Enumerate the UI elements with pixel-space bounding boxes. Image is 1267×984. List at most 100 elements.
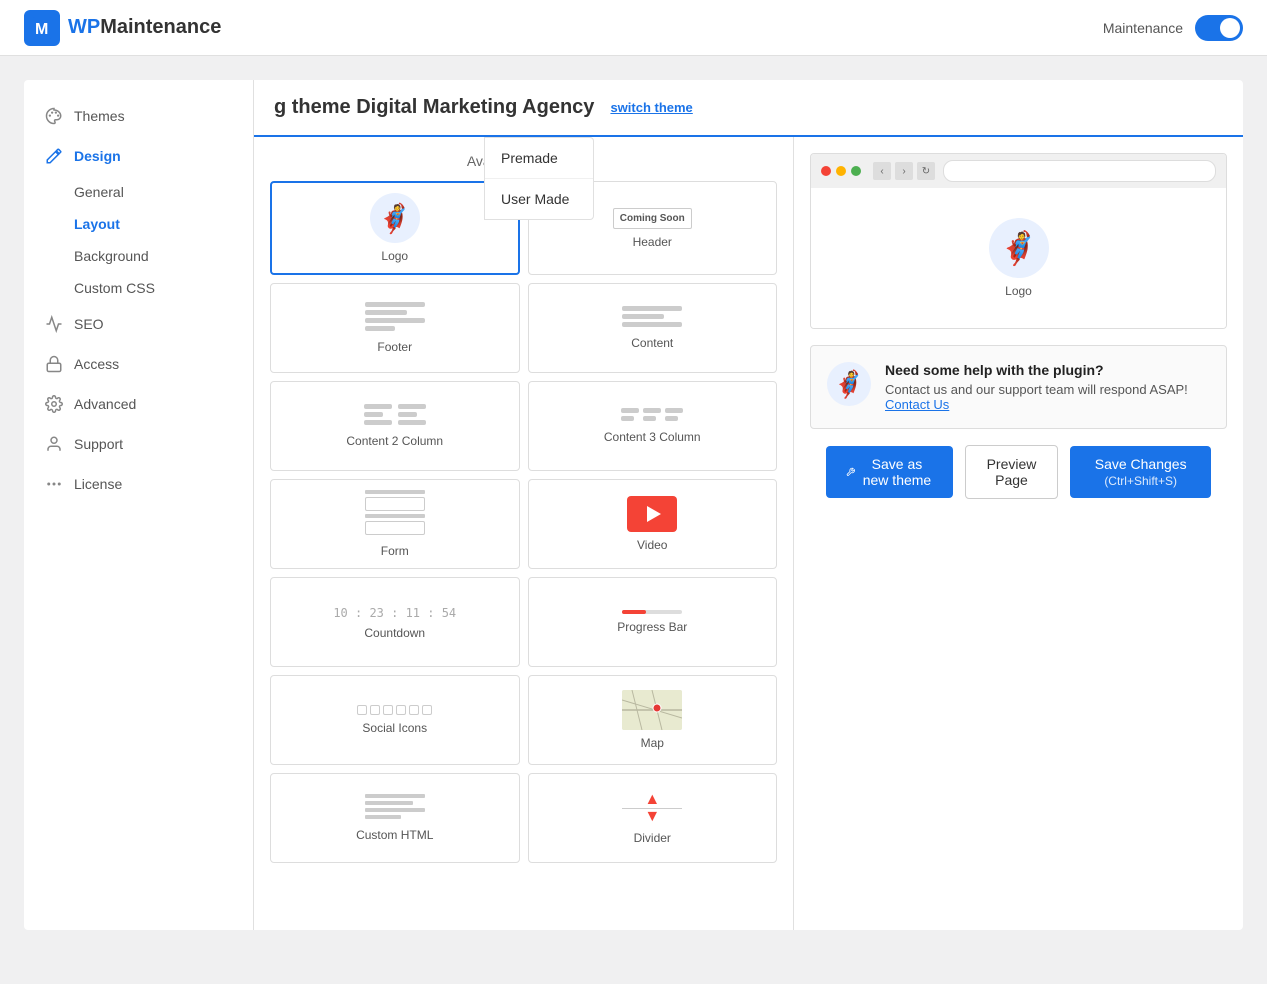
content2-thumbnail: [364, 404, 426, 428]
contact-us-link[interactable]: Contact Us: [885, 397, 949, 412]
module-content-label: Content: [631, 336, 673, 350]
wrench-icon: [846, 464, 855, 480]
top-right-controls: Maintenance: [1103, 15, 1243, 41]
browser-refresh-button[interactable]: ↻: [917, 162, 935, 180]
save-changes-button[interactable]: Save Changes (Ctrl+Shift+S): [1070, 446, 1211, 498]
help-box: 🦸 Need some help with the plugin? Contac…: [810, 345, 1227, 429]
top-navigation: M WPMaintenance Maintenance: [0, 0, 1267, 56]
sidebar-subitem-background-label: Background: [74, 248, 149, 264]
help-text: Need some help with the plugin? Contact …: [885, 362, 1188, 412]
preview-logo-text: Logo: [1005, 284, 1032, 298]
sidebar: Themes Design General Layout Background …: [24, 80, 254, 930]
browser-navigation: ‹ › ↻: [873, 162, 935, 180]
module-social-icons[interactable]: Social Icons: [270, 675, 520, 765]
app-logo: M WPMaintenance: [24, 10, 221, 46]
preview-logo-wrap: 🦸 Logo: [989, 218, 1049, 298]
sidebar-item-themes[interactable]: Themes: [24, 96, 253, 136]
sidebar-item-advanced-label: Advanced: [74, 396, 136, 412]
sidebar-item-license-label: License: [74, 476, 122, 492]
gear-icon: [44, 394, 64, 414]
sidebar-subitem-layout-label: Layout: [74, 216, 120, 232]
sidebar-subitem-background[interactable]: Background: [24, 240, 253, 272]
module-content3[interactable]: Content 3 Column: [528, 381, 778, 471]
browser-bar: ‹ › ↻: [811, 154, 1226, 188]
modules-grid: 1 🦸 Logo Coming Soon Header: [270, 181, 777, 863]
progress-thumbnail: [622, 610, 682, 614]
sidebar-subitem-layout[interactable]: Layout: [24, 208, 253, 240]
preview-page-button[interactable]: Preview Page: [965, 445, 1059, 499]
footer-thumbnail: [365, 302, 425, 334]
browser-url-bar: [943, 160, 1216, 182]
module-custom-html[interactable]: Custom HTML: [270, 773, 520, 863]
lock-icon: [44, 354, 64, 374]
maximize-dot: [851, 166, 861, 176]
browser-forward-button[interactable]: ›: [895, 162, 913, 180]
module-footer[interactable]: Footer: [270, 283, 520, 373]
maintenance-label: Maintenance: [1103, 20, 1183, 36]
preview-page-label: Preview Page: [987, 456, 1037, 488]
module-html-label: Custom HTML: [356, 828, 433, 842]
module-divider-label: Divider: [634, 831, 671, 845]
submenu-premade[interactable]: Premade: [485, 138, 593, 179]
save-changes-shortcut: (Ctrl+Shift+S): [1104, 474, 1177, 488]
submenu: Premade User Made: [484, 137, 594, 220]
module-content[interactable]: Content: [528, 283, 778, 373]
sidebar-item-design[interactable]: Design: [24, 136, 253, 176]
chart-icon: [44, 314, 64, 334]
logo-thumbnail: 🦸: [370, 193, 420, 243]
main-card: Themes Design General Layout Background …: [24, 80, 1243, 930]
save-as-new-theme-button[interactable]: Save as new theme: [826, 446, 953, 498]
module-footer-label: Footer: [377, 340, 412, 354]
module-content2[interactable]: Content 2 Column: [270, 381, 520, 471]
sidebar-item-access[interactable]: Access: [24, 344, 253, 384]
module-map[interactable]: Map: [528, 675, 778, 765]
module-progress-bar[interactable]: Progress Bar: [528, 577, 778, 667]
sidebar-subitem-general[interactable]: General: [24, 176, 253, 208]
module-content3-label: Content 3 Column: [604, 430, 701, 444]
switch-theme-link[interactable]: switch theme: [610, 100, 692, 115]
html-thumbnail: [365, 794, 425, 822]
sidebar-item-license[interactable]: License: [24, 464, 253, 504]
sidebar-subitem-general-label: General: [74, 184, 124, 200]
social-thumbnail: [357, 705, 432, 715]
module-countdown[interactable]: 10 : 23 : 11 : 54 Countdown: [270, 577, 520, 667]
sidebar-item-support-label: Support: [74, 436, 123, 452]
module-logo-label: Logo: [381, 249, 408, 263]
preview-panel: ‹ › ↻ 🦸 Logo: [794, 137, 1243, 930]
maintenance-toggle[interactable]: [1195, 15, 1243, 41]
module-video[interactable]: Video: [528, 479, 778, 569]
module-form-label: Form: [381, 544, 409, 558]
content-area: g theme Digital Marketing Agency switch …: [254, 80, 1243, 930]
sidebar-item-advanced[interactable]: Advanced: [24, 384, 253, 424]
video-thumbnail: [627, 496, 677, 532]
app-name: WPMaintenance: [68, 16, 221, 39]
browser-back-button[interactable]: ‹: [873, 162, 891, 180]
module-countdown-label: Countdown: [364, 626, 425, 640]
theme-title: g theme Digital Marketing Agency: [274, 96, 594, 119]
coming-soon-thumb: Coming Soon: [613, 208, 692, 229]
save-changes-label: Save Changes: [1095, 456, 1187, 472]
sidebar-item-seo[interactable]: SEO: [24, 304, 253, 344]
module-progress-label: Progress Bar: [617, 620, 687, 634]
sidebar-item-themes-label: Themes: [74, 108, 125, 124]
save-theme-label: Save as new theme: [861, 456, 932, 488]
module-content2-label: Content 2 Column: [346, 434, 443, 448]
content-thumbnail: [622, 306, 682, 330]
module-divider[interactable]: ▲ ▼ Divider: [528, 773, 778, 863]
action-bar: Save as new theme Preview Page Save Chan…: [810, 445, 1227, 515]
sidebar-subitem-custom-css[interactable]: Custom CSS: [24, 272, 253, 304]
modules-panel: Premade User Made Available/Modules 1 🦸 …: [254, 137, 794, 930]
module-form[interactable]: Form: [270, 479, 520, 569]
help-description: Contact us and our support team will res…: [885, 382, 1188, 412]
content3-thumbnail: [621, 408, 683, 424]
theme-header: g theme Digital Marketing Agency switch …: [254, 80, 1243, 137]
module-logo[interactable]: 1 🦸 Logo: [270, 181, 520, 275]
person-icon: [44, 434, 64, 454]
sidebar-item-access-label: Access: [74, 356, 119, 372]
submenu-user-made[interactable]: User Made: [485, 179, 593, 219]
sidebar-item-support[interactable]: Support: [24, 424, 253, 464]
browser-content: 🦸 Logo: [811, 188, 1226, 328]
sidebar-subitem-custom-css-label: Custom CSS: [74, 280, 155, 296]
sidebar-item-design-label: Design: [74, 148, 121, 164]
svg-text:M: M: [35, 21, 48, 38]
